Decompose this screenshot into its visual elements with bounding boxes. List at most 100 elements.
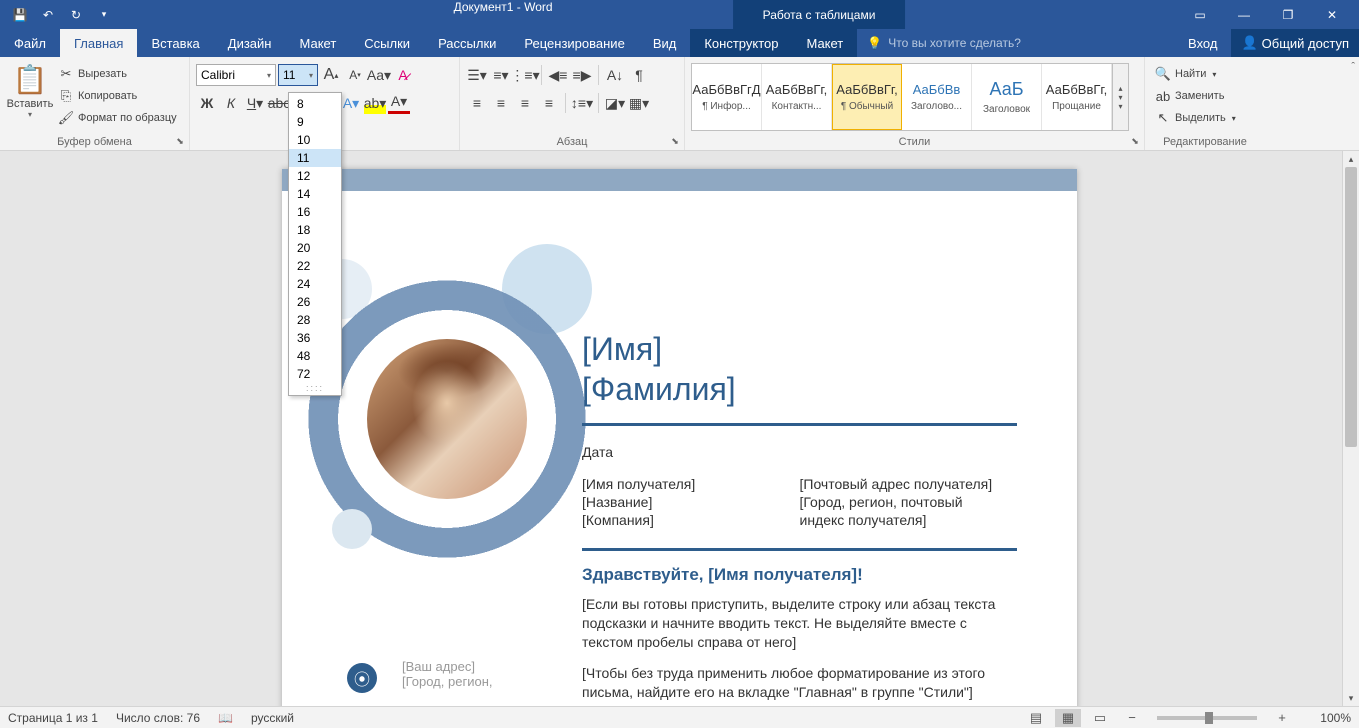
tab-layout2[interactable]: Макет: [792, 29, 857, 57]
collapse-ribbon-icon[interactable]: ˆ: [1351, 61, 1355, 73]
borders-icon[interactable]: ▦▾: [628, 92, 650, 114]
justify-icon[interactable]: ≡: [538, 92, 560, 114]
vertical-scrollbar[interactable]: ▴ ▾: [1342, 151, 1359, 706]
greeting[interactable]: Здравствуйте, [Имя получателя]!: [582, 565, 1017, 585]
document-content[interactable]: [Имя] [Фамилия] Дата [Имя получателя] [Н…: [582, 329, 1017, 706]
tab-insert[interactable]: Вставка: [137, 29, 213, 57]
bold-icon[interactable]: Ж: [196, 92, 218, 114]
maximize-icon[interactable]: ❐: [1273, 3, 1303, 27]
italic-icon[interactable]: К: [220, 92, 242, 114]
font-size-option[interactable]: 11: [289, 149, 341, 167]
replace-button[interactable]: abЗаменить: [1151, 85, 1259, 107]
sort-icon[interactable]: A↓: [604, 64, 626, 86]
bullets-icon[interactable]: ☰▾: [466, 64, 488, 86]
font-size-option[interactable]: 16: [289, 203, 341, 221]
word-count[interactable]: Число слов: 76: [116, 711, 200, 725]
font-size-option[interactable]: 18: [289, 221, 341, 239]
decrease-indent-icon[interactable]: ◀≡: [547, 64, 569, 86]
style-item[interactable]: АаБбВвГг,Прощание: [1042, 64, 1112, 130]
styles-more-icon[interactable]: ▴▾▾: [1112, 64, 1128, 130]
font-color-icon[interactable]: A▾: [388, 92, 410, 114]
change-case-icon[interactable]: Aa▾: [368, 64, 390, 86]
font-size-option[interactable]: 12: [289, 167, 341, 185]
date-field[interactable]: Дата: [582, 444, 1017, 460]
copy-button[interactable]: ⎘Копировать: [54, 85, 181, 107]
undo-icon[interactable]: ↶: [36, 3, 60, 27]
underline-icon[interactable]: Ч▾: [244, 92, 266, 114]
shading-icon[interactable]: ◪▾: [604, 92, 626, 114]
font-name-combo[interactable]: Calibri▾: [196, 64, 276, 86]
tab-review[interactable]: Рецензирование: [510, 29, 638, 57]
redo-icon[interactable]: ↻: [64, 3, 88, 27]
language[interactable]: русский: [251, 711, 294, 725]
line-spacing-icon[interactable]: ↕≡▾: [571, 92, 593, 114]
font-size-option[interactable]: 22: [289, 257, 341, 275]
paragraph-launcher-icon[interactable]: ⬊: [669, 135, 681, 147]
show-marks-icon[interactable]: ¶: [628, 64, 650, 86]
sign-in-button[interactable]: Вход: [1174, 36, 1231, 51]
grow-font-icon[interactable]: A▴: [320, 64, 342, 86]
numbering-icon[interactable]: ≡▾: [490, 64, 512, 86]
recipient-zip[interactable]: индекс получателя]: [800, 512, 1018, 528]
style-item[interactable]: АаБЗаголовок: [972, 64, 1042, 130]
font-size-option[interactable]: 9: [289, 113, 341, 131]
tab-layout[interactable]: Макет: [285, 29, 350, 57]
text-effects-icon[interactable]: A▾: [340, 92, 362, 114]
scroll-thumb[interactable]: [1345, 167, 1357, 447]
font-size-option[interactable]: 24: [289, 275, 341, 293]
increase-indent-icon[interactable]: ≡▶: [571, 64, 593, 86]
dropdown-resize-icon[interactable]: ::::: [289, 383, 341, 393]
strike-icon[interactable]: abc: [268, 92, 290, 114]
body-paragraph-1[interactable]: [Если вы готовы приступить, выделите стр…: [582, 595, 1017, 652]
zoom-level[interactable]: 100%: [1301, 711, 1351, 725]
align-right-icon[interactable]: ≡: [514, 92, 536, 114]
clear-format-icon[interactable]: A̷: [392, 64, 414, 86]
multilevel-icon[interactable]: ⋮≡▾: [514, 64, 536, 86]
scroll-up-icon[interactable]: ▴: [1343, 151, 1359, 167]
tab-design[interactable]: Дизайн: [214, 29, 286, 57]
font-size-option[interactable]: 72: [289, 365, 341, 383]
style-item[interactable]: АаБбВвГг,¶ Обычный: [832, 64, 902, 130]
close-icon[interactable]: ✕: [1317, 3, 1347, 27]
scroll-down-icon[interactable]: ▾: [1343, 690, 1359, 706]
tab-references[interactable]: Ссылки: [350, 29, 424, 57]
font-size-option[interactable]: 14: [289, 185, 341, 203]
font-size-option[interactable]: 26: [289, 293, 341, 311]
page[interactable]: [Имя] [Фамилия] Дата [Имя получателя] [Н…: [282, 169, 1077, 706]
shrink-font-icon[interactable]: A▾: [344, 64, 366, 86]
recipient-name[interactable]: [Имя получателя]: [582, 476, 800, 492]
tab-home[interactable]: Главная: [60, 29, 137, 57]
style-item[interactable]: АаБбВвГгД¶ Инфор...: [692, 64, 762, 130]
font-size-option[interactable]: 48: [289, 347, 341, 365]
qat-customize-icon[interactable]: ▾: [92, 3, 116, 27]
highlight-icon[interactable]: ab▾: [364, 92, 386, 114]
tab-mailings[interactable]: Рассылки: [424, 29, 510, 57]
font-size-option[interactable]: 8: [289, 95, 341, 113]
align-left-icon[interactable]: ≡: [466, 92, 488, 114]
style-item[interactable]: АаБбВвГг,Контактн...: [762, 64, 832, 130]
body-paragraph-2[interactable]: [Чтобы без труда применить любое формати…: [582, 664, 1017, 702]
sender-address[interactable]: [Ваш адрес] [Город, регион,: [402, 659, 492, 706]
tab-file[interactable]: Файл: [0, 29, 60, 57]
ribbon-options-icon[interactable]: ▭: [1185, 3, 1215, 27]
zoom-slider[interactable]: [1157, 716, 1257, 720]
minimize-icon[interactable]: —: [1229, 3, 1259, 27]
recipient-city[interactable]: [Город, регион, почтовый: [800, 494, 1018, 510]
font-size-option[interactable]: 10: [289, 131, 341, 149]
recipient-address[interactable]: [Почтовый адрес получателя]: [800, 476, 1018, 492]
find-button[interactable]: 🔍Найти▾: [1151, 63, 1259, 85]
save-icon[interactable]: 💾: [8, 3, 32, 27]
tab-view[interactable]: Вид: [639, 29, 691, 57]
recipient-title[interactable]: [Название]: [582, 494, 800, 510]
name-last[interactable]: [Фамилия]: [582, 369, 1017, 409]
profile-photo[interactable]: [367, 339, 527, 499]
tell-me-search[interactable]: 💡 Что вы хотите сделать?: [857, 29, 1031, 57]
name-first[interactable]: [Имя]: [582, 329, 1017, 369]
format-painter-button[interactable]: 🖌Формат по образцу: [54, 107, 181, 129]
spell-check-icon[interactable]: 📖: [218, 711, 233, 725]
tab-constructor[interactable]: Конструктор: [690, 29, 792, 57]
recipient-company[interactable]: [Компания]: [582, 512, 800, 528]
font-size-option[interactable]: 20: [289, 239, 341, 257]
print-layout-icon[interactable]: ▦: [1055, 709, 1081, 727]
web-layout-icon[interactable]: ▭: [1087, 709, 1113, 727]
